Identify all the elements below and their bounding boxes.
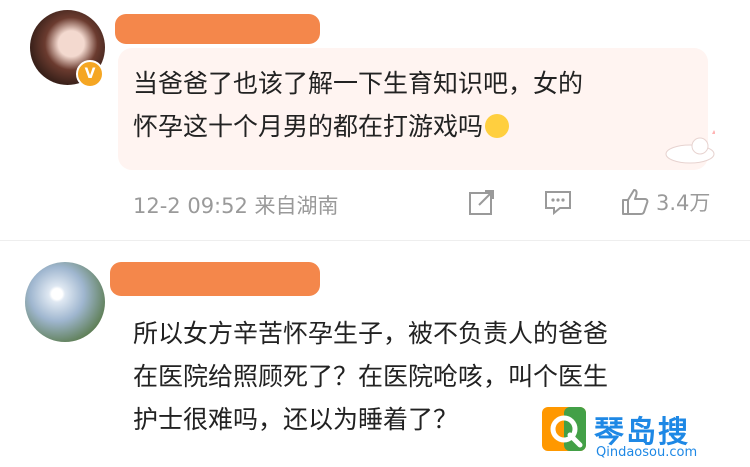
share-button[interactable] xyxy=(467,186,497,218)
comment-2-line-3: 护士很难吗，还以为睡着了？ xyxy=(133,405,459,434)
like-icon xyxy=(622,189,649,215)
comment-1-timestamp: 12-2 09:52 xyxy=(133,194,248,218)
comment-1-line-2: 怀孕这十个月男的都在打游戏吗 xyxy=(133,105,583,148)
emoji-icon xyxy=(485,114,510,138)
comment-1-line-1: 当爸爸了也该了解一下生育知识吧，女的 xyxy=(133,69,584,98)
avatar-commenter-2[interactable] xyxy=(25,262,105,342)
comment-icon xyxy=(545,191,571,216)
comment-1-location: 来自湖南 xyxy=(254,194,339,218)
watermark-url: Qindaosou.com xyxy=(596,445,698,460)
like-count: 3.4万 xyxy=(656,191,711,215)
watermark: 琴岛搜 Qindaosou.com xyxy=(540,405,745,467)
comment-2-line-1: 所以女方辛苦怀孕生子，被不负责人的爸爸 xyxy=(133,319,609,348)
comment-1-meta: 12-2 09:52 来自湖南 xyxy=(133,190,339,220)
cat-sticker-icon xyxy=(665,130,715,164)
verified-badge-icon: V xyxy=(76,60,104,88)
share-icon xyxy=(469,190,494,215)
comment-text-1: 当爸爸了也该了解一下生育知识吧，女的 怀孕这十个月男的都在打游戏吗 xyxy=(133,62,583,148)
comment-2-line-2: 在医院给照顾死了？在医院呛咳，叫个医生 xyxy=(133,362,609,391)
like-button[interactable]: 3.4万 xyxy=(620,186,710,218)
comment-text-2: 所以女方辛苦怀孕生子，被不负责人的爸爸 在医院给照顾死了？在医院呛咳，叫个医生 … xyxy=(133,312,608,441)
username-redacted-1[interactable] xyxy=(115,14,320,44)
username-redacted-2[interactable] xyxy=(110,262,320,296)
comment-button[interactable] xyxy=(543,186,573,218)
comment-divider xyxy=(0,240,750,241)
watermark-logo-icon xyxy=(542,407,586,451)
